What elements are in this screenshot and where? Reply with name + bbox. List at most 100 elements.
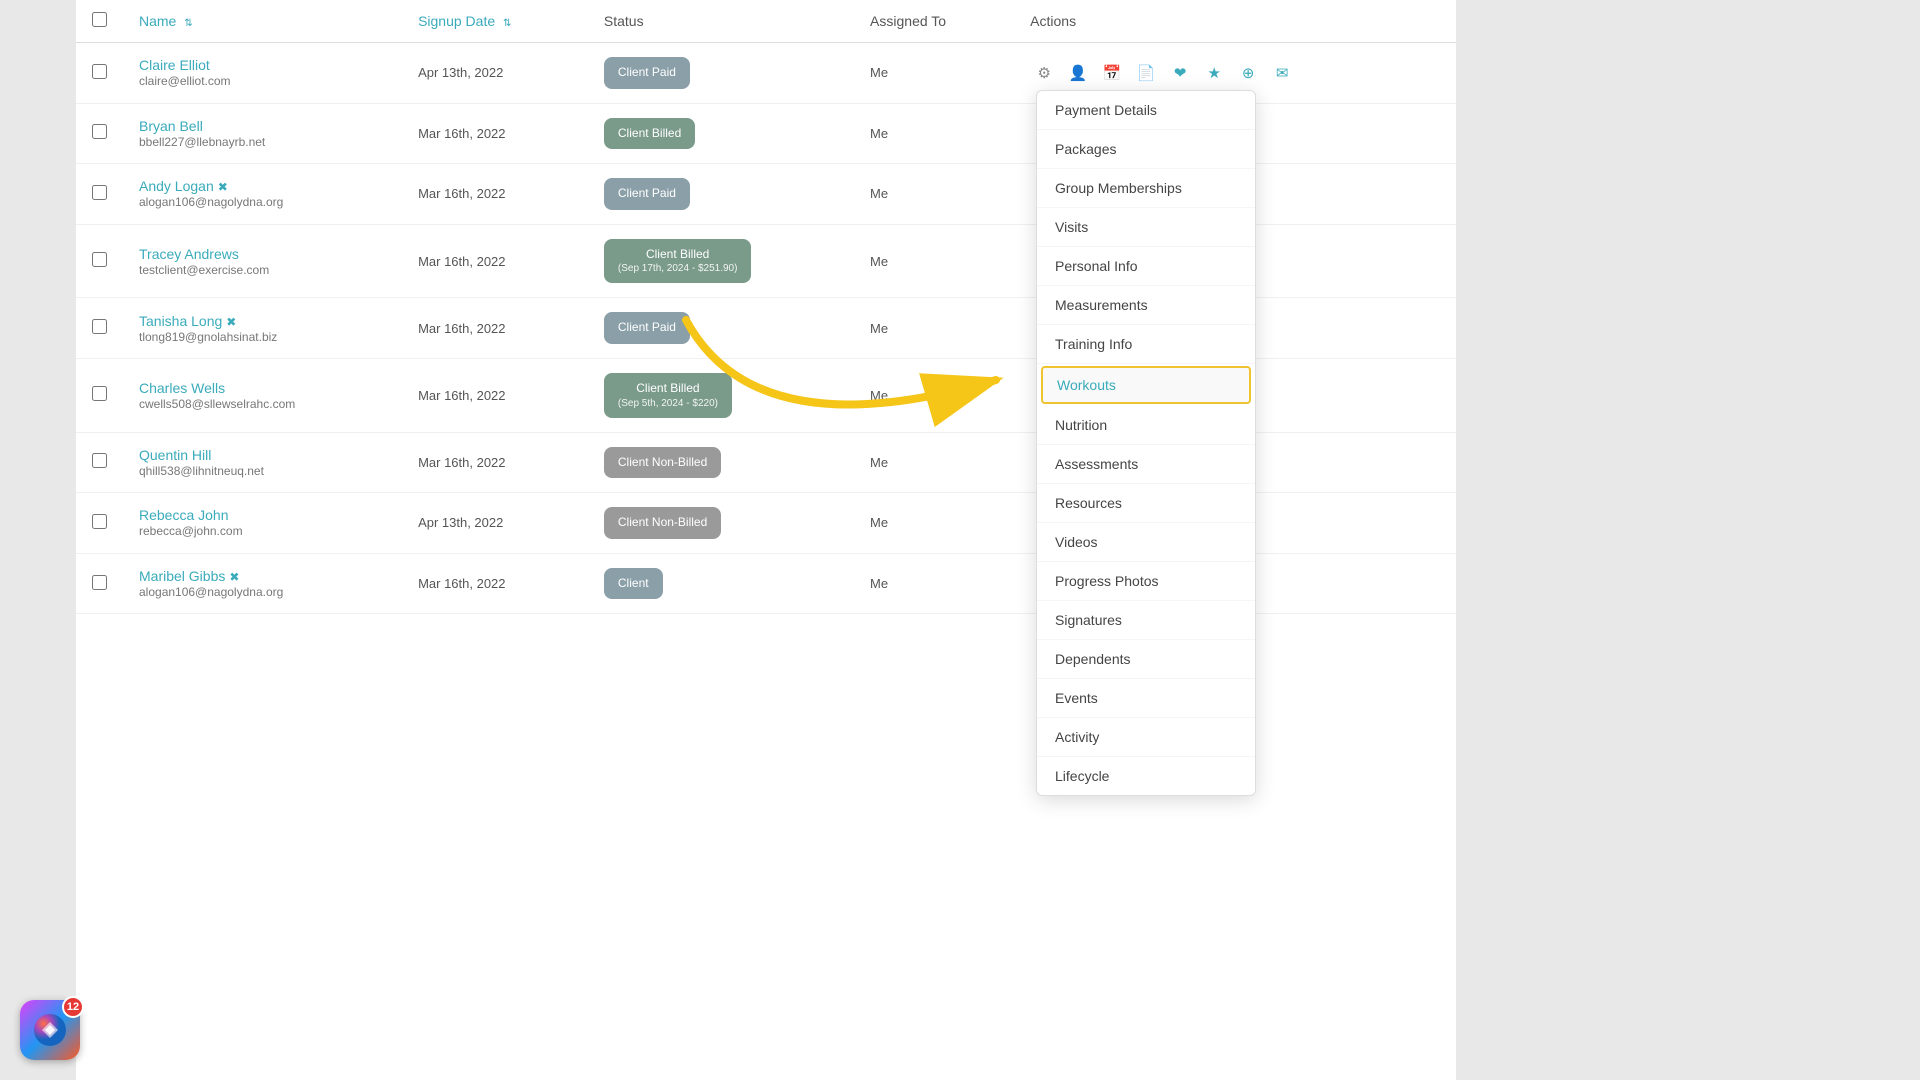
status-column-header: Status: [588, 0, 854, 43]
client-name-link[interactable]: Tracey Andrews: [139, 246, 386, 262]
dropdown-item-resources[interactable]: Resources: [1037, 484, 1255, 523]
dropdown-item-assessments[interactable]: Assessments: [1037, 445, 1255, 484]
dropdown-item-measurements[interactable]: Measurements: [1037, 286, 1255, 325]
dropdown-item-videos[interactable]: Videos: [1037, 523, 1255, 562]
assigned-to-cell: Me: [854, 43, 1014, 104]
name-column-header[interactable]: Name ⇅: [123, 0, 402, 43]
assigned-to-column-header: Assigned To: [854, 0, 1014, 43]
client-name-cell: Charles Wells cwells508@sllewselrahc.com: [123, 358, 402, 432]
client-name-link[interactable]: Tanisha Long✖: [139, 313, 386, 329]
client-name-cell: Tanisha Long✖ tlong819@gnolahsinat.biz: [123, 298, 402, 359]
dropdown-item-training-info[interactable]: Training Info: [1037, 325, 1255, 364]
row-checkbox-cell: [76, 298, 123, 359]
assigned-to-cell: Me: [854, 493, 1014, 554]
dropdown-item-personal-info[interactable]: Personal Info: [1037, 247, 1255, 286]
row-checkbox[interactable]: [92, 64, 107, 79]
gear-action-icon[interactable]: ⚙: [1030, 59, 1058, 87]
row-checkbox[interactable]: [92, 185, 107, 200]
client-email: alogan106@nagolydna.org: [139, 585, 283, 599]
dropdown-item-lifecycle[interactable]: Lifecycle: [1037, 757, 1255, 795]
client-name-link[interactable]: Quentin Hill: [139, 447, 386, 463]
dropdown-item-progress-photos[interactable]: Progress Photos: [1037, 562, 1255, 601]
dropdown-item-visits[interactable]: Visits: [1037, 208, 1255, 247]
client-name-link[interactable]: Maribel Gibbs✖: [139, 568, 386, 584]
status-cell: Client Paid: [588, 298, 854, 359]
signup-date-cell: Mar 16th, 2022: [402, 103, 588, 164]
status-badge: Client: [604, 568, 663, 600]
status-cell: Client Non-Billed: [588, 432, 854, 493]
client-name-cell: Tracey Andrews testclient@exercise.com: [123, 224, 402, 298]
client-name-link[interactable]: Charles Wells: [139, 380, 386, 396]
signup-date-cell: Mar 16th, 2022: [402, 553, 588, 614]
mail-action-icon[interactable]: ✉: [1268, 59, 1296, 87]
dropdown-item-packages[interactable]: Packages: [1037, 130, 1255, 169]
status-cell: Client Billed: [588, 103, 854, 164]
client-email: claire@elliot.com: [139, 74, 231, 88]
signup-date-cell: Mar 16th, 2022: [402, 432, 588, 493]
dropdown-item-payment-details[interactable]: Payment Details: [1037, 91, 1255, 130]
client-email: cwells508@sllewselrahc.com: [139, 397, 295, 411]
name-sort-icon: ⇅: [184, 18, 192, 29]
status-cell: Client Non-Billed: [588, 493, 854, 554]
client-name-cell: Rebecca John rebecca@john.com: [123, 493, 402, 554]
dropdown-item-group-memberships[interactable]: Group Memberships: [1037, 169, 1255, 208]
status-cell: Client Billed(Sep 5th, 2024 - $220): [588, 358, 854, 432]
row-checkbox[interactable]: [92, 252, 107, 267]
row-checkbox-cell: [76, 224, 123, 298]
client-name-link[interactable]: Bryan Bell: [139, 118, 386, 134]
signup-date-cell: Mar 16th, 2022: [402, 164, 588, 225]
row-checkbox[interactable]: [92, 575, 107, 590]
dropdown-item-dependents[interactable]: Dependents: [1037, 640, 1255, 679]
status-cell: Client Billed(Sep 17th, 2024 - $251.90): [588, 224, 854, 298]
assigned-to-cell: Me: [854, 358, 1014, 432]
signup-date-cell: Mar 16th, 2022: [402, 298, 588, 359]
dock-app-icon[interactable]: 12: [20, 1000, 80, 1060]
user-action-icon[interactable]: 👤: [1064, 59, 1092, 87]
calendar-action-icon[interactable]: 📅: [1098, 59, 1126, 87]
client-name-link[interactable]: Rebecca John: [139, 507, 386, 523]
client-name-cell: Claire Elliot claire@elliot.com: [123, 43, 402, 104]
heart-action-icon[interactable]: ❤: [1166, 59, 1194, 87]
actions-cell: ⚙ 👤 📅 📄 ❤ ★ ⊕ ✉: [1030, 59, 1440, 87]
signup-sort-icon: ⇅: [503, 18, 511, 29]
plus-action-icon[interactable]: ⊕: [1234, 59, 1262, 87]
emoji-icon: ✖: [226, 315, 236, 329]
status-badge: Client Billed: [604, 118, 695, 150]
dropdown-item-activity[interactable]: Activity: [1037, 718, 1255, 757]
actions-column-header: Actions: [1014, 0, 1456, 43]
row-checkbox-cell: [76, 553, 123, 614]
row-checkbox[interactable]: [92, 124, 107, 139]
client-name-cell: Maribel Gibbs✖ alogan106@nagolydna.org: [123, 553, 402, 614]
status-badge: Client Paid: [604, 312, 690, 344]
row-checkbox[interactable]: [92, 514, 107, 529]
dropdown-item-events[interactable]: Events: [1037, 679, 1255, 718]
row-checkbox[interactable]: [92, 386, 107, 401]
signup-date-cell: Apr 13th, 2022: [402, 493, 588, 554]
status-cell: Client Paid: [588, 164, 854, 225]
dock-badge: 12: [62, 996, 84, 1018]
dropdown-item-nutrition[interactable]: Nutrition: [1037, 406, 1255, 445]
row-checkbox-cell: [76, 493, 123, 554]
row-checkbox[interactable]: [92, 453, 107, 468]
assigned-to-cell: Me: [854, 164, 1014, 225]
main-container: Name ⇅ Signup Date ⇅ Status Assigned To …: [76, 0, 1456, 1080]
client-name-link[interactable]: Claire Elliot: [139, 57, 386, 73]
signup-date-cell: Mar 16th, 2022: [402, 358, 588, 432]
status-cell: Client: [588, 553, 854, 614]
dropdown-item-workouts[interactable]: Workouts: [1041, 366, 1251, 404]
signup-date-column-header[interactable]: Signup Date ⇅: [402, 0, 588, 43]
select-all-checkbox[interactable]: [92, 12, 107, 27]
row-checkbox[interactable]: [92, 319, 107, 334]
doc-action-icon[interactable]: 📄: [1132, 59, 1160, 87]
client-name-cell: Quentin Hill qhill538@lihnitneuq.net: [123, 432, 402, 493]
status-badge: Client Billed(Sep 5th, 2024 - $220): [604, 373, 732, 418]
row-checkbox-cell: [76, 43, 123, 104]
client-name-link[interactable]: Andy Logan✖: [139, 178, 386, 194]
select-all-header: [76, 0, 123, 43]
status-badge: Client Paid: [604, 178, 690, 210]
star-action-icon[interactable]: ★: [1200, 59, 1228, 87]
emoji-icon: ✖: [229, 570, 239, 584]
assigned-to-cell: Me: [854, 553, 1014, 614]
dropdown-item-signatures[interactable]: Signatures: [1037, 601, 1255, 640]
client-name-cell: Andy Logan✖ alogan106@nagolydna.org: [123, 164, 402, 225]
